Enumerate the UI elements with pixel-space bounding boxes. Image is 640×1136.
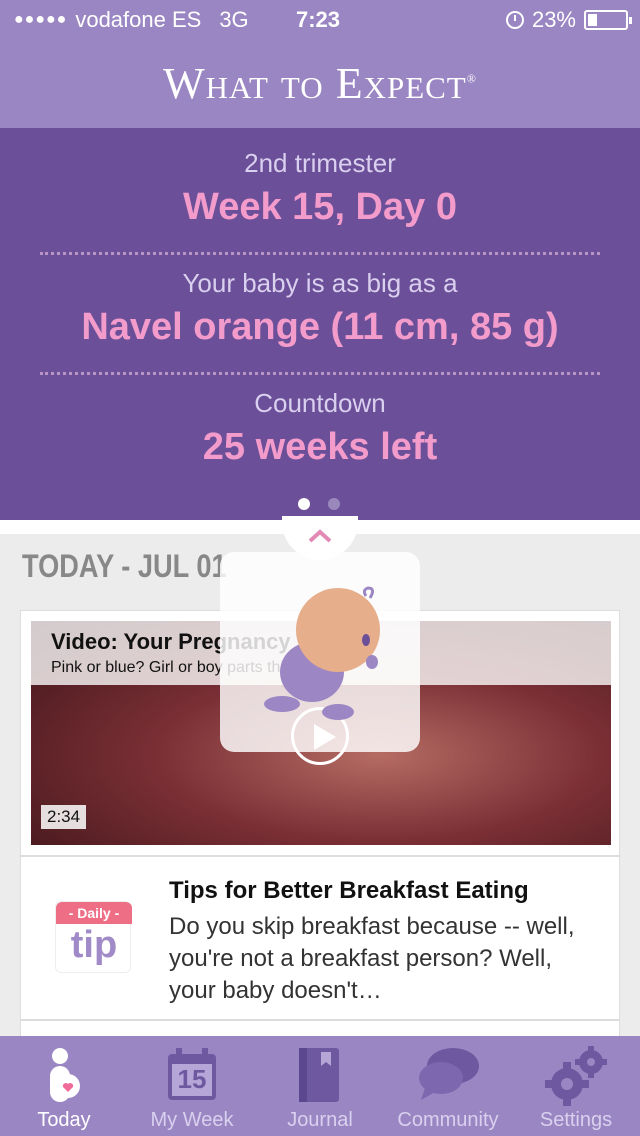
tip-body: Do you skip breakfast because -- well, y… [169, 913, 575, 1004]
size-label: Your baby is as big as a [182, 268, 458, 298]
tab-journal-label: Journal [287, 1109, 353, 1131]
countdown-label: Countdown [254, 388, 386, 418]
clock: 7:23 [296, 7, 341, 32]
tab-community[interactable]: Community [384, 1036, 512, 1136]
loading-overlay [220, 552, 420, 752]
battery-icon [584, 10, 632, 30]
tab-today[interactable]: Today [0, 1036, 128, 1136]
tab-settings-label: Settings [539, 1109, 613, 1131]
carrier-label: vodafone ES [75, 7, 202, 32]
tab-bar: Today 15 My Week Journal Community Setti… [0, 1036, 640, 1136]
size-value: Navel orange (11 cm, 85 g) [81, 306, 559, 348]
calendar-icon-number: 15 [177, 1064, 207, 1094]
tip-card[interactable]: - Daily - tip Tips for Better Breakfast … [20, 856, 620, 1020]
journal-icon [299, 1048, 339, 1102]
alarm-icon [505, 11, 524, 29]
divider [40, 372, 600, 375]
gears-icon [545, 1046, 607, 1106]
mom-icon [50, 1048, 80, 1102]
app-logo-text: What to Expect [163, 59, 467, 108]
daily-tip-icon: - Daily - tip [55, 901, 132, 973]
daily-tip-badge: - Daily - [56, 902, 132, 924]
tab-journal[interactable]: Journal [256, 1036, 384, 1136]
page-dot-2[interactable] [328, 498, 340, 510]
battery-percent: 23% [531, 7, 576, 32]
tab-settings[interactable]: Settings [512, 1036, 640, 1136]
daily-tip-word: tip [70, 924, 118, 966]
divider [40, 252, 600, 255]
baby-mascot-icon [264, 586, 380, 720]
video-duration: 2:34 [41, 805, 87, 829]
app-logo: What to Expect® [0, 58, 640, 109]
registered-mark: ® [466, 71, 477, 86]
page-dot-1[interactable] [298, 498, 310, 510]
section-title: TODAY - JUL 01 [22, 548, 227, 584]
countdown-value: 25 weeks left [202, 426, 438, 468]
chevron-up-icon [308, 529, 332, 543]
tab-today-label: Today [37, 1109, 91, 1131]
tab-my-week-label: My Week [150, 1109, 234, 1131]
tab-community-label: Community [397, 1109, 499, 1131]
header-bar: ●●●●● vodafone ES 3G 7:23 23% What to Ex… [0, 0, 640, 128]
network-label: 3G [219, 7, 249, 32]
status-bar: ●●●●● vodafone ES 3G 7:23 23% [0, 0, 640, 40]
pregnancy-info-panel[interactable]: 2nd trimester Week 15, Day 0 Your baby i… [0, 128, 640, 520]
tip-title: Tips for Better Breakfast Eating [169, 877, 529, 904]
week-value: Week 15, Day 0 [183, 186, 457, 228]
signal-icon: ●●●●● [14, 11, 68, 28]
trimester-label: 2nd trimester [244, 148, 396, 178]
chat-bubbles-icon [419, 1048, 479, 1100]
page-indicator[interactable] [298, 498, 340, 510]
tab-my-week[interactable]: 15 My Week [128, 1036, 256, 1136]
